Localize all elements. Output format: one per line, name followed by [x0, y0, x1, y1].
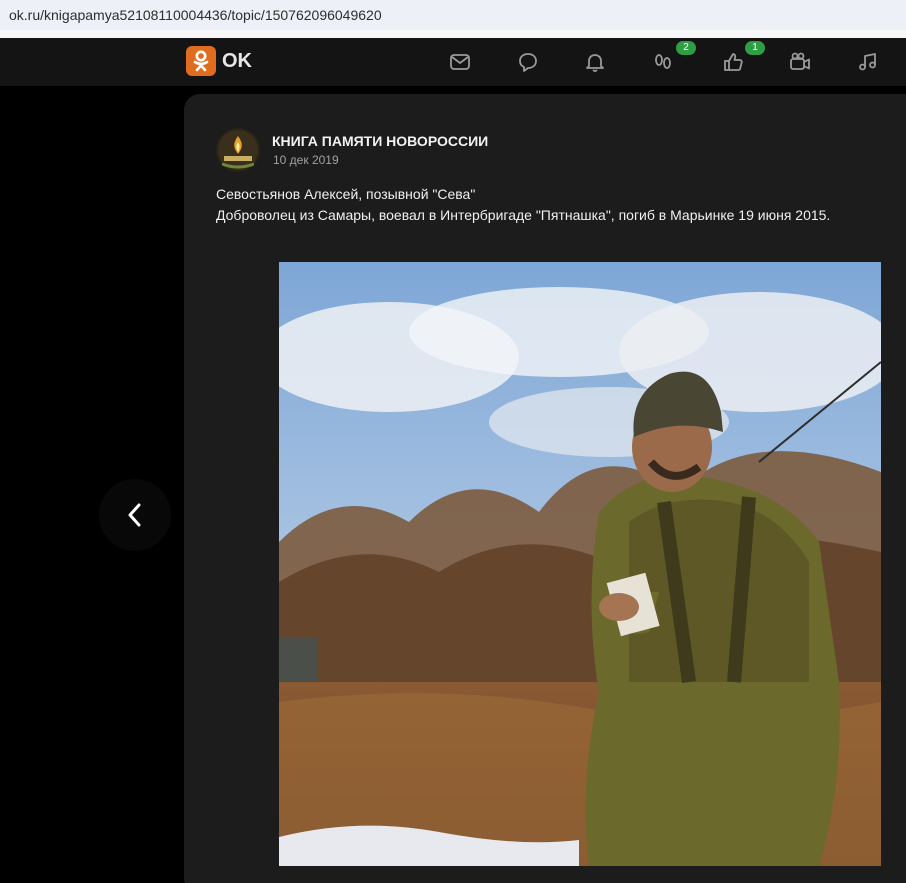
logo-text[interactable]: OK: [222, 50, 252, 73]
url-text[interactable]: ok.ru/knigapamya52108110004436/topic/150…: [9, 7, 382, 23]
discussions-icon[interactable]: [516, 50, 540, 74]
group-name-link[interactable]: КНИГА ПАМЯТИ НОВОРОССИИ: [272, 133, 488, 149]
previous-button[interactable]: [99, 479, 171, 551]
mail-icon[interactable]: [448, 50, 472, 74]
address-bar[interactable]: ok.ru/knigapamya52108110004436/topic/150…: [0, 0, 906, 30]
top-navigation: OK 2 1: [0, 38, 906, 86]
post-line-2: Доброволец из Самары, воевал в Интербриг…: [216, 207, 831, 223]
video-icon[interactable]: [788, 50, 812, 74]
bell-icon[interactable]: [583, 50, 607, 74]
likes-badge: 1: [745, 41, 765, 55]
guests-badge: 2: [676, 41, 696, 55]
browser-divider: [0, 30, 906, 38]
ok-logo-icon[interactable]: [186, 46, 216, 76]
group-avatar[interactable]: [216, 128, 260, 172]
post-line-1: Севостьянов Алексей, позывной "Сева": [216, 186, 476, 202]
guests-icon[interactable]: [651, 50, 675, 74]
likes-icon[interactable]: [721, 50, 745, 74]
chevron-left-icon: [128, 503, 141, 527]
post-photo[interactable]: [279, 262, 881, 866]
music-icon[interactable]: [856, 50, 880, 74]
post-text: Севостьянов Алексей, позывной "Сева" Доб…: [216, 184, 830, 226]
post-date[interactable]: 10 дек 2019: [273, 153, 339, 167]
post-card: КНИГА ПАМЯТИ НОВОРОССИИ 10 дек 2019 Сево…: [184, 94, 906, 883]
